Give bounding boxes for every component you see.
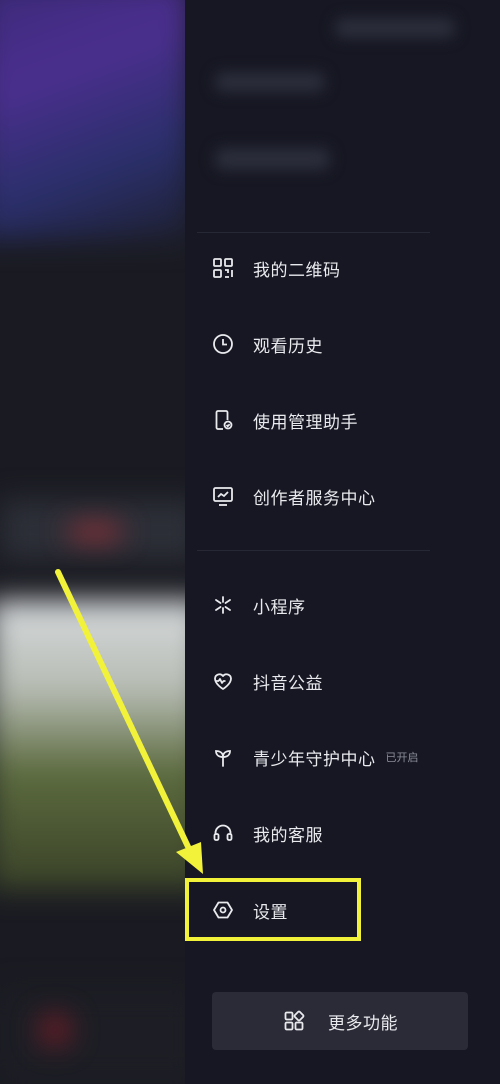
menu-item-creator-center[interactable]: 创作者服务中心	[210, 474, 480, 518]
background-tab-indicator	[70, 525, 120, 539]
menu-item-history[interactable]: 观看历史	[210, 322, 480, 366]
qr-code-icon	[210, 255, 236, 281]
blurred-menu-item	[215, 148, 330, 170]
menu-item-label: 抖音公益	[253, 673, 323, 694]
blurred-menu-item	[215, 72, 325, 92]
menu-item-label: 使用管理助手	[253, 412, 358, 433]
sprout-icon	[210, 744, 236, 770]
grid-icon	[282, 1009, 306, 1033]
clock-icon	[210, 331, 236, 357]
background-record-button	[40, 1015, 70, 1045]
chart-monitor-icon	[210, 483, 236, 509]
background-app-content	[0, 0, 200, 1084]
status-badge: 已开启	[385, 751, 419, 764]
menu-item-usage-assistant[interactable]: 使用管理助手	[210, 398, 480, 442]
menu-item-label: 观看历史	[253, 336, 323, 357]
annotation-highlight-box	[185, 878, 361, 941]
menu-item-youth-protection[interactable]: 青少年守护中心 已开启	[210, 735, 480, 779]
menu-item-label: 我的客服	[253, 825, 323, 846]
menu-divider	[197, 232, 430, 233]
menu-item-label: 青少年守护中心	[253, 749, 376, 770]
more-features-button[interactable]: 更多功能	[212, 992, 468, 1050]
menu-item-label: 我的二维码	[253, 260, 341, 281]
asterisk-icon	[210, 592, 236, 618]
menu-item-label: 创作者服务中心	[253, 488, 376, 509]
background-bottom-bar	[0, 990, 200, 1084]
more-features-label: 更多功能	[328, 1013, 398, 1034]
background-hero-banner	[0, 0, 190, 240]
phone-check-icon	[210, 407, 236, 433]
blurred-header-item	[335, 18, 455, 38]
menu-item-customer-service[interactable]: 我的客服	[210, 811, 480, 855]
background-video-thumbnail	[0, 600, 200, 890]
heart-pulse-icon	[210, 668, 236, 694]
menu-item-charity[interactable]: 抖音公益	[210, 659, 480, 703]
headset-icon	[210, 820, 236, 846]
menu-divider	[197, 550, 430, 551]
menu-item-label: 小程序	[253, 597, 306, 618]
menu-item-qrcode[interactable]: 我的二维码	[210, 246, 480, 290]
menu-item-mini-programs[interactable]: 小程序	[210, 583, 480, 627]
